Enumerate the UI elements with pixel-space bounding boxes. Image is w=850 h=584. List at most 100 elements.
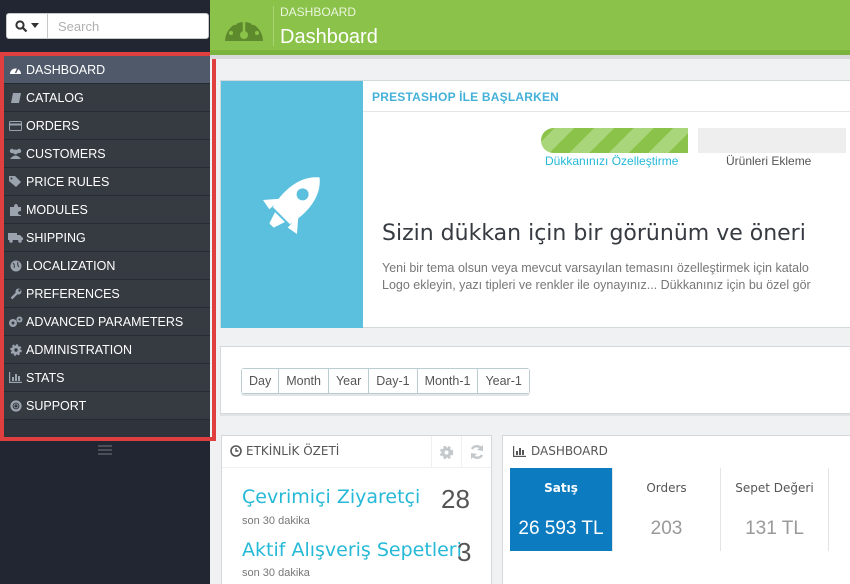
tile-label: Orders [646,481,687,495]
step-progress-bar [698,128,846,153]
menu-item-label: SUPPORT [26,398,87,413]
tile-value: 131 TL [745,518,804,539]
menu-item-stats[interactable]: STATS [4,364,210,392]
onboarding-text: Logo ekleyin, yazı tipleri ve renkler il… [382,278,811,292]
tile-label: Sepet Değeri [735,481,814,495]
search-input[interactable] [47,13,209,39]
tags-icon [8,175,23,189]
menu-item-label: CATALOG [26,90,84,105]
dashboard-activity-panel: DASHBOARD Satış 26 593 TL Orders 203 Sep… [502,435,850,584]
menu-item-advanced-parameters[interactable]: ADVANCED PARAMETERS [4,308,210,336]
wrench-icon [8,287,23,301]
menu-item-preferences[interactable]: PREFERENCES [4,280,210,308]
refresh-button[interactable] [461,436,491,468]
menu-item-support[interactable]: SUPPORT [4,392,210,420]
menu-collapse-handle[interactable] [98,445,112,455]
menu-item-localization[interactable]: LOCALIZATION [4,252,210,280]
page-header: DASHBOARD Dashboard [210,0,850,50]
range-year-button[interactable]: Year [328,369,370,393]
menu-item-dashboard[interactable]: DASHBOARD [4,56,210,84]
range-month-button[interactable]: Month [279,369,329,393]
breadcrumb[interactable]: DASHBOARD [280,5,356,19]
active-carts-link[interactable]: Aktif Alışveriş Sepetleri [242,539,462,561]
active-carts-count: 3 [457,537,472,567]
panel-tools [431,436,491,468]
caret-down-icon [31,23,39,28]
users-icon [8,147,23,161]
divider [363,111,850,112]
menu-item-label: SHIPPING [26,230,86,245]
menu-item-price-rules[interactable]: PRICE RULES [4,168,210,196]
menu-item-label: ADVANCED PARAMETERS [26,314,184,329]
sales-tile[interactable]: Satış 26 593 TL [510,468,613,551]
tile-value: 203 [650,518,683,539]
onboarding-illustration [221,81,363,328]
dashboard-icon [225,19,263,41]
onboarding-text: Yeni bir tema olsun veya mevcut varsayıl… [382,261,809,275]
menu-item-catalog[interactable]: CATALOG [4,84,210,112]
page-title: Dashboard [280,26,378,48]
online-visitors-count: 28 [441,484,470,514]
range-previous-year-button[interactable]: Year-1 [478,369,529,393]
date-range-panel: Day Month Year Day-1 Month-1 Year-1 [220,346,850,414]
date-range-buttons: Day Month Year Day-1 Month-1 Year-1 [241,368,530,394]
panel-title: DASHBOARD [531,444,608,458]
menu-item-shipping[interactable]: SHIPPING [4,224,210,252]
bar-chart-icon [513,446,526,457]
menu-item-label: PREFERENCES [26,286,120,301]
sidebar: DASHBOARD CATALOG ORDERS CUSTOMERS PRICE… [0,0,216,584]
tile-value: 26 593 TL [518,518,604,539]
panel-title: ETKİNLİK ÖZETİ [246,444,340,458]
lifebuoy-icon [8,399,23,413]
menu-item-label: MODULES [26,202,88,217]
search-icon [15,19,28,32]
book-icon [8,91,23,105]
onboarding-panel: PRESTASHOP İLE BAŞLARKEN Dükkanınızı Öze… [220,80,850,328]
menu-item-orders[interactable]: ORDERS [4,112,210,140]
globe-icon [8,259,23,273]
online-visitors-period: son 30 dakika [242,515,310,527]
configure-button[interactable] [431,436,461,468]
menu-item-label: STATS [26,370,65,385]
header-divider [273,6,274,46]
step-label-add-products: Ürünleri Ekleme [726,154,812,168]
online-visitors-link[interactable]: Çevrimiçi Ziyaretçi [242,486,420,508]
step-link-customize-shop[interactable]: Dükkanınızı Özelleştirme [545,154,678,168]
menu-item-modules[interactable]: MODULES [4,196,210,224]
puzzle-icon [8,203,23,217]
refresh-icon [470,445,483,459]
range-day-button[interactable]: Day [242,369,280,393]
step-progress-bar [541,128,688,153]
truck-icon [8,231,23,245]
tile-label: Satış [544,481,578,495]
gear-icon [439,445,454,459]
orders-tile[interactable]: Orders 203 [613,468,721,551]
menu-item-label: ORDERS [26,118,80,133]
bar-chart-icon [8,371,23,385]
menu-item-label: ADMINISTRATION [26,342,133,357]
credit-card-icon [8,119,23,133]
gear-icon [8,343,23,357]
cart-value-tile[interactable]: Sepet Değeri 131 TL [721,468,829,551]
menu-item-label: LOCALIZATION [26,258,116,273]
clock-icon [230,445,242,457]
panel-header: ETKİNLİK ÖZETİ [222,436,491,468]
range-previous-day-button[interactable]: Day-1 [369,369,418,393]
menu-footer [4,420,210,440]
activity-overview-panel: ETKİNLİK ÖZETİ Çevrimiçi Ziyaretçi son 3… [221,435,492,584]
header-shadow [210,55,850,59]
menu-item-administration[interactable]: ADMINISTRATION [4,336,210,364]
search-type-dropdown[interactable] [6,13,48,39]
menu-item-customers[interactable]: CUSTOMERS [4,140,210,168]
dashboard-icon [8,63,23,77]
menu-item-label: PRICE RULES [26,174,110,189]
rocket-icon [263,176,320,234]
menu-item-label: DASHBOARD [26,62,106,77]
cogs-icon [8,315,23,329]
onboarding-title: PRESTASHOP İLE BAŞLARKEN [372,90,560,104]
onboarding-heading: Sizin dükkan için bir görünüm ve öneri [382,221,806,246]
active-carts-period: son 30 dakika [242,567,310,579]
menu-item-label: CUSTOMERS [26,146,106,161]
main-menu: DASHBOARD CATALOG ORDERS CUSTOMERS PRICE… [4,56,210,440]
range-previous-month-button[interactable]: Month-1 [417,369,479,393]
